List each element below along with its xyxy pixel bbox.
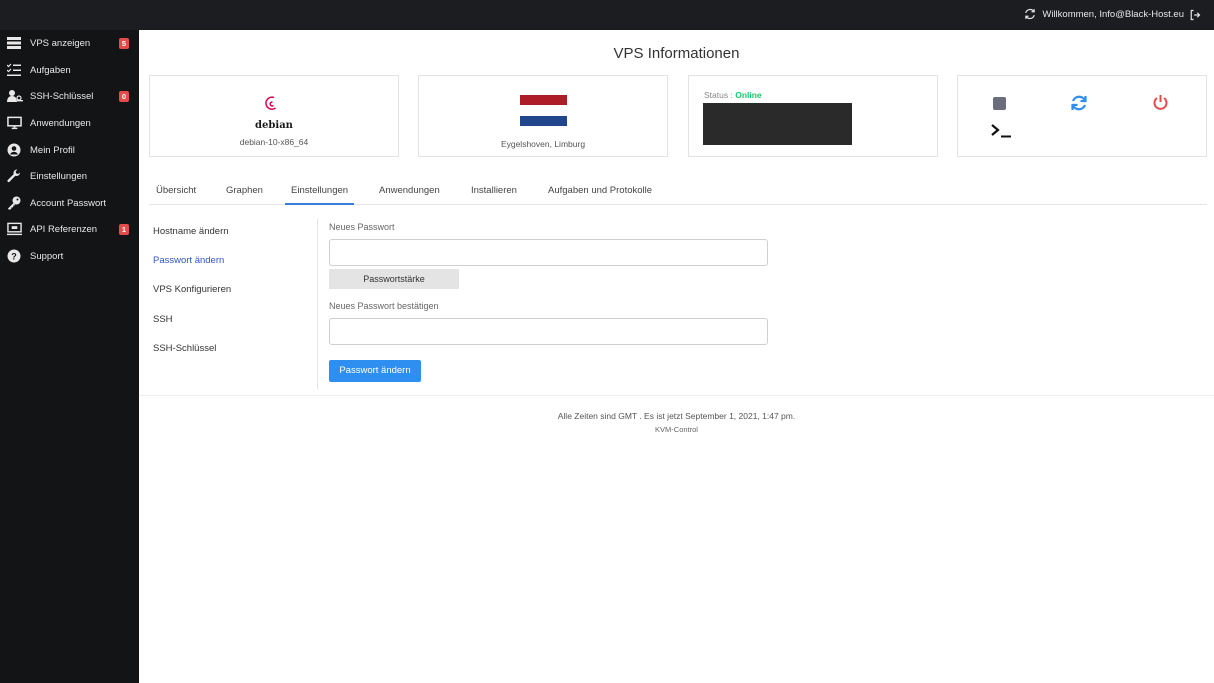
footer-divider xyxy=(139,395,1214,396)
confirm-password-label: Neues Passwort bestätigen xyxy=(329,301,439,311)
submenu-ssh-schluessel[interactable]: SSH-Schlüssel xyxy=(153,343,216,354)
submenu-vps-konfigurieren[interactable]: VPS Konfigurieren xyxy=(153,284,231,295)
help-icon: ? xyxy=(7,249,21,263)
sidebar-item-label: API Referenzen xyxy=(30,223,98,235)
sidebar-item-label: Account Passwort xyxy=(30,197,107,209)
footer-brand: KVM-Control xyxy=(655,425,698,434)
sidebar-item-label: SSH-Schlüssel xyxy=(30,90,94,102)
user-circle-icon xyxy=(7,143,21,157)
api-icon xyxy=(7,222,22,236)
svg-text:?: ? xyxy=(11,252,17,262)
monitor-icon xyxy=(7,116,22,130)
users-key-icon xyxy=(7,90,23,102)
status-card: Status : Online xyxy=(688,75,938,157)
location-text: Eygelshoven, Limburg xyxy=(500,139,586,149)
sidebar-item-einstellungen[interactable]: Einstellungen xyxy=(0,163,139,189)
submenu-hostname-aendern[interactable]: Hostname ändern xyxy=(153,226,229,237)
sidebar-item-vps-anzeigen[interactable]: VPS anzeigen 5 xyxy=(0,30,139,56)
page-title: VPS Informationen xyxy=(613,45,740,62)
refresh-icon[interactable] xyxy=(1024,8,1036,20)
restart-icon[interactable] xyxy=(1070,94,1088,112)
count-badge: 5 xyxy=(119,37,129,49)
status-value: Online xyxy=(735,90,762,100)
console-icon[interactable] xyxy=(991,123,1013,139)
confirm-password-input[interactable] xyxy=(329,318,768,345)
new-password-label: Neues Passwort xyxy=(329,222,395,232)
location-card: Eygelshoven, Limburg xyxy=(418,75,668,157)
logout-icon[interactable] xyxy=(1189,9,1201,21)
sidebar-item-label: Support xyxy=(30,250,64,262)
top-bar: Willkommen, Info@Black-Host.eu xyxy=(0,0,1214,30)
tab-anwendungen[interactable]: Anwendungen xyxy=(379,180,440,205)
sidebar-item-anwendungen[interactable]: Anwendungen xyxy=(0,110,139,136)
sidebar-item-label: Mein Profil xyxy=(30,144,75,156)
status-line: Status : Online xyxy=(704,90,762,100)
os-card: debian debian-10-x86_64 xyxy=(149,75,399,157)
main-content: VPS Informationen debian debian-10-x86_6… xyxy=(139,30,1214,683)
footer-time: Alle Zeiten sind GMT . Es ist jetzt Sept… xyxy=(557,411,796,421)
tab-graphen[interactable]: Graphen xyxy=(226,180,263,205)
sidebar-item-label: VPS anzeigen xyxy=(30,37,91,49)
sidebar-item-label: Anwendungen xyxy=(30,117,91,129)
wrench-icon xyxy=(7,169,21,183)
netherlands-flag-icon xyxy=(520,95,567,126)
server-icon xyxy=(7,37,21,49)
tab-installieren[interactable]: Installieren xyxy=(471,180,517,205)
sidebar-item-support[interactable]: ? Support xyxy=(0,243,139,269)
submenu-ssh[interactable]: SSH xyxy=(153,314,173,325)
status-label: Status : xyxy=(704,90,733,100)
sidebar-item-label: Einstellungen xyxy=(30,170,88,182)
redacted-block xyxy=(703,103,852,145)
controls-card xyxy=(957,75,1207,157)
settings-tabs: Übersicht Graphen Einstellungen Anwendun… xyxy=(149,180,1207,205)
tab-aufgaben-und-protokolle[interactable]: Aufgaben und Protokolle xyxy=(548,180,652,205)
change-password-button[interactable]: Passwort ändern xyxy=(329,360,421,382)
new-password-input[interactable] xyxy=(329,239,768,266)
password-strength-meter: Passwortstärke xyxy=(329,269,459,289)
count-badge: 0 xyxy=(119,90,129,102)
os-logo-text: debian xyxy=(255,120,293,131)
sidebar: VPS anzeigen 5 Aufgaben SSH-Schlüssel 0 … xyxy=(0,30,139,683)
stop-icon[interactable] xyxy=(992,96,1007,111)
sidebar-item-ssh-schluessel[interactable]: SSH-Schlüssel 0 xyxy=(0,83,139,109)
sidebar-item-label: Aufgaben xyxy=(30,64,71,76)
submenu-divider xyxy=(317,219,318,389)
sidebar-item-mein-profil[interactable]: Mein Profil xyxy=(0,137,139,163)
debian-swirl-icon xyxy=(265,96,276,110)
tab-uebersicht[interactable]: Übersicht xyxy=(156,180,196,205)
submenu-passwort-aendern[interactable]: Passwort ändern xyxy=(153,255,224,266)
sidebar-item-aufgaben[interactable]: Aufgaben xyxy=(0,57,139,83)
key-icon xyxy=(8,196,21,210)
tab-einstellungen[interactable]: Einstellungen xyxy=(285,180,355,205)
sidebar-item-account-passwort[interactable]: Account Passwort xyxy=(0,190,139,216)
count-badge: 1 xyxy=(119,223,129,235)
sidebar-item-api-referenzen[interactable]: API Referenzen 1 xyxy=(0,216,139,242)
tasks-icon xyxy=(7,63,21,76)
power-icon[interactable] xyxy=(1152,94,1169,111)
welcome-text: Willkommen, Info@Black-Host.eu xyxy=(1042,8,1184,20)
os-name: debian-10-x86_64 xyxy=(239,137,309,147)
welcome-area[interactable]: Willkommen, Info@Black-Host.eu xyxy=(1024,8,1184,20)
